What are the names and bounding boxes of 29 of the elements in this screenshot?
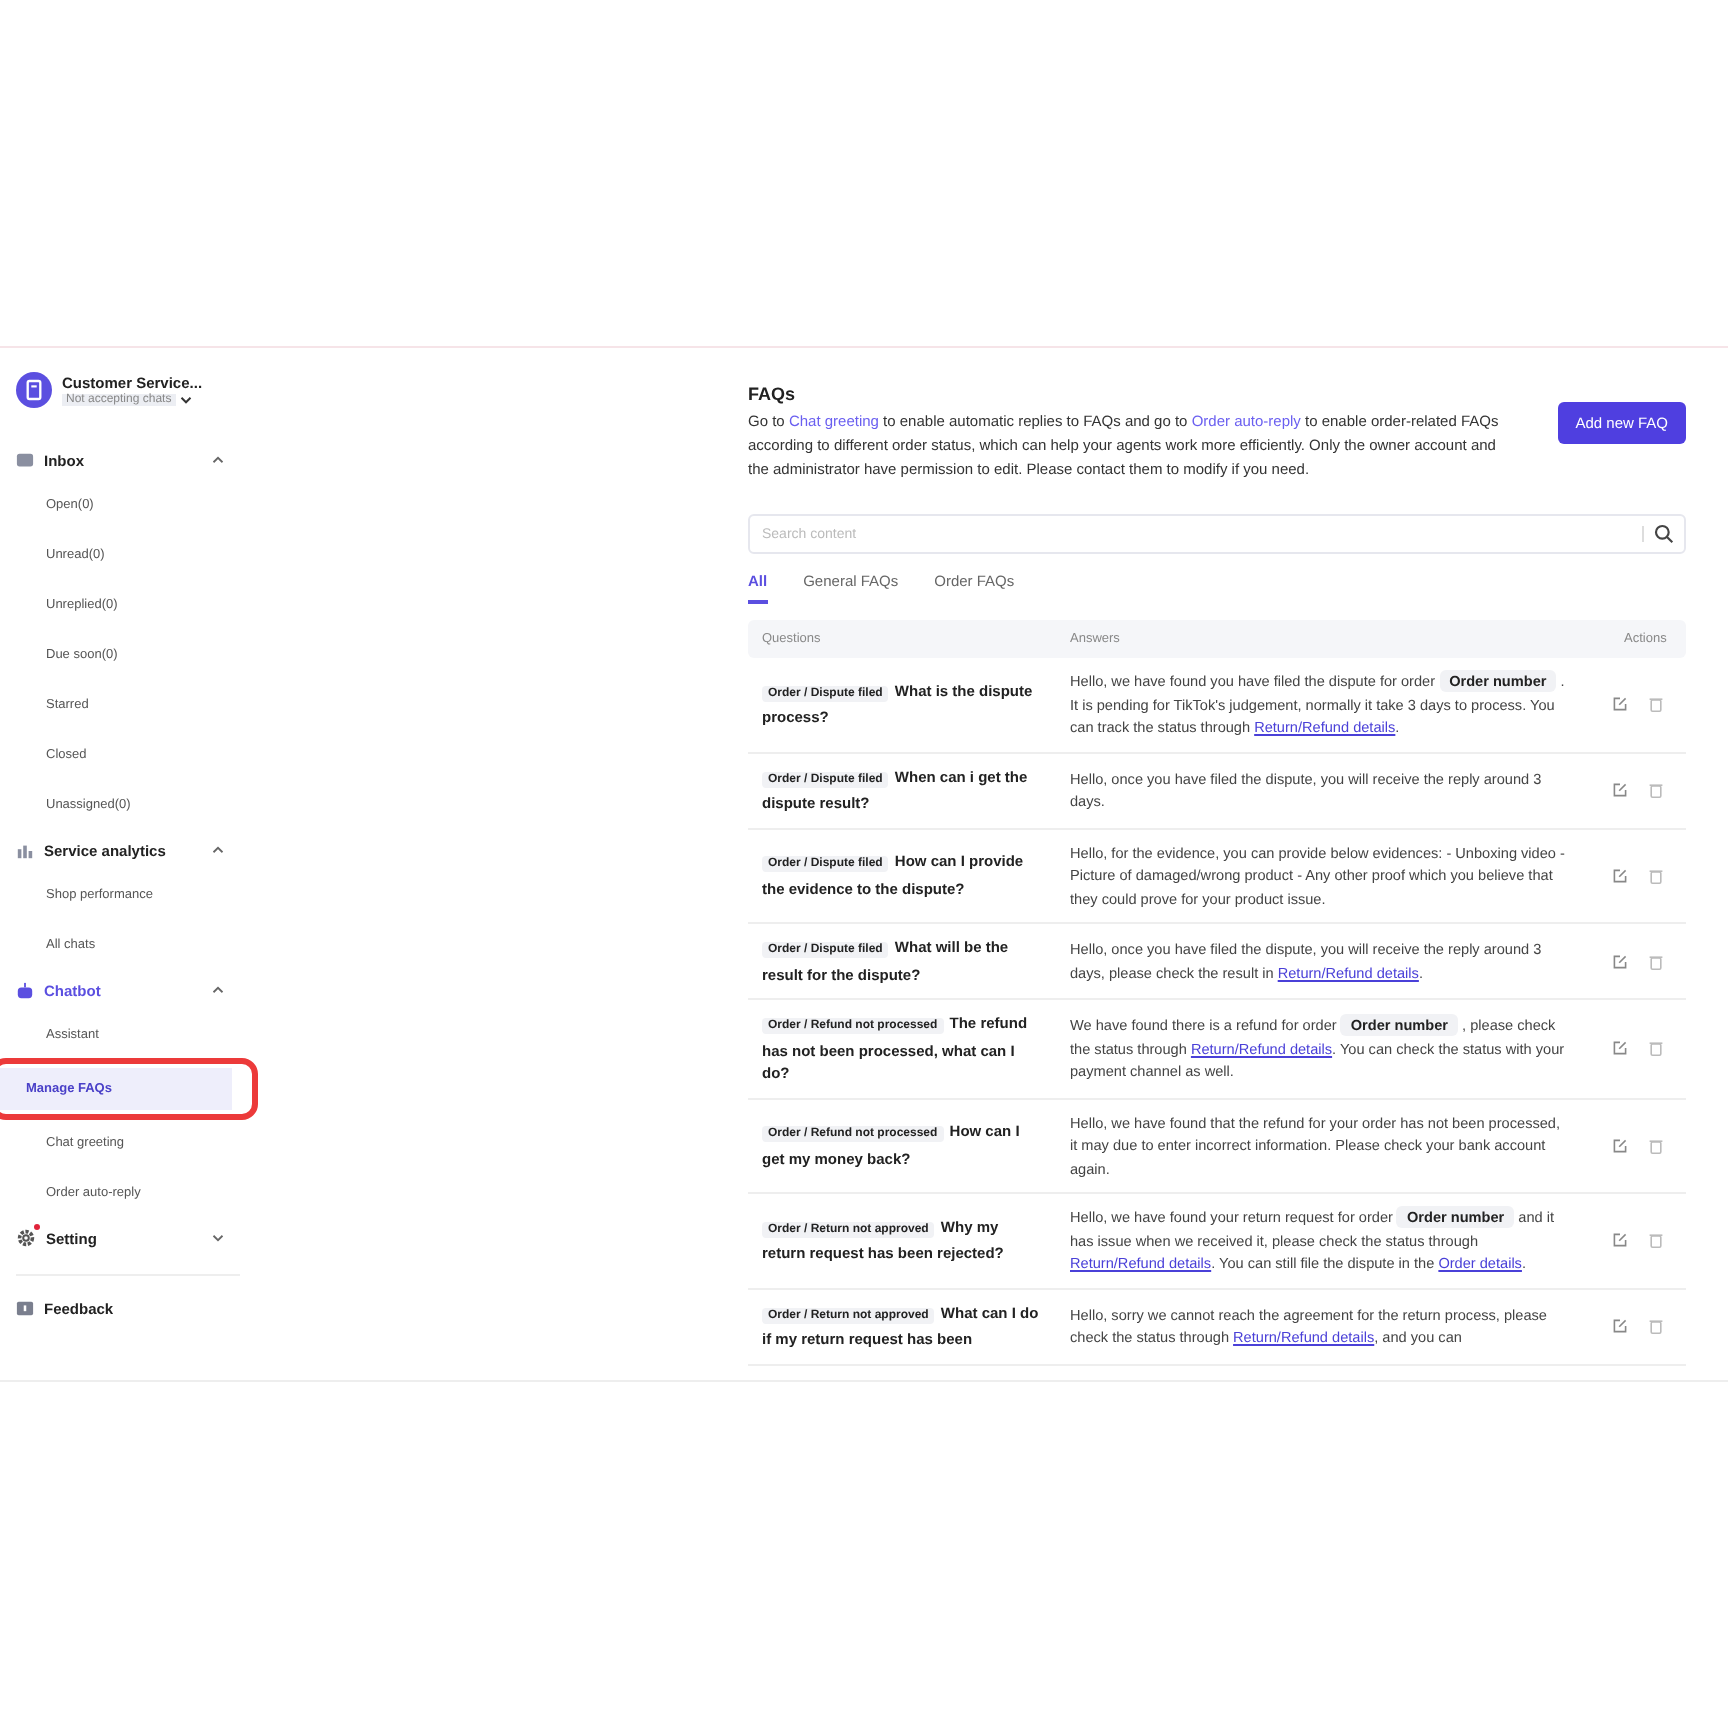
inbox-icon xyxy=(16,451,34,469)
store-avatar-icon xyxy=(16,372,52,408)
edit-icon[interactable] xyxy=(1612,696,1628,713)
page-title: FAQs xyxy=(748,384,798,404)
edit-icon[interactable] xyxy=(1612,1232,1628,1249)
chevron-down-icon[interactable] xyxy=(179,394,192,406)
chevron-up-icon xyxy=(212,984,224,996)
delete-icon[interactable] xyxy=(1648,953,1664,969)
delete-icon[interactable] xyxy=(1648,1137,1664,1154)
search-icon[interactable] xyxy=(1654,524,1674,544)
edit-icon[interactable] xyxy=(1612,1137,1628,1154)
delete-icon[interactable] xyxy=(1648,1318,1664,1334)
chevron-down-icon xyxy=(212,1232,224,1244)
robot-icon xyxy=(16,981,34,999)
edit-icon[interactable] xyxy=(1612,867,1628,884)
edit-icon[interactable] xyxy=(1612,1318,1628,1334)
settings-icon xyxy=(16,1228,36,1248)
edit-icon[interactable] xyxy=(1612,1040,1628,1057)
chevron-up-icon xyxy=(212,454,224,466)
chevron-up-icon xyxy=(212,844,224,856)
delete-icon[interactable] xyxy=(1648,782,1664,798)
delete-icon[interactable] xyxy=(1648,1040,1664,1057)
delete-icon[interactable] xyxy=(1648,867,1664,884)
delete-icon[interactable] xyxy=(1648,1232,1664,1249)
feedback-icon xyxy=(16,1299,34,1317)
edit-icon[interactable] xyxy=(1612,782,1628,798)
bar-chart-icon xyxy=(16,841,34,859)
delete-icon[interactable] xyxy=(1648,696,1664,713)
edit-icon[interactable] xyxy=(1612,953,1628,969)
